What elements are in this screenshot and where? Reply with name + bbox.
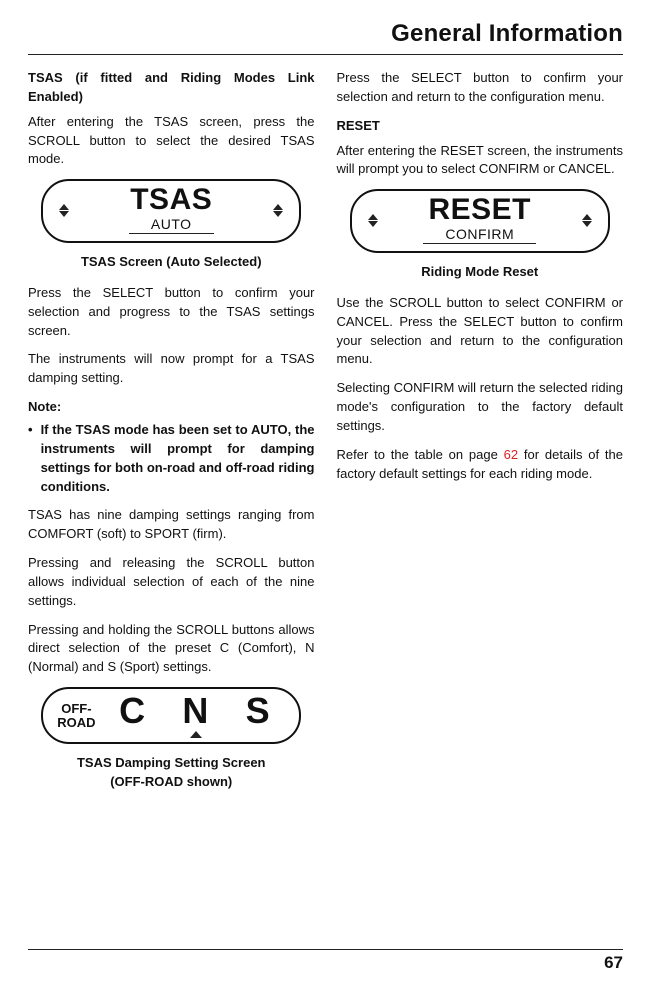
body-text: TSAS has nine damping settings ranging f…	[28, 506, 315, 544]
panel-side-line1: OFF-	[57, 702, 95, 716]
page-number: 67	[28, 949, 623, 973]
lcd-panel-reset: RESET CONFIRM	[350, 189, 610, 253]
body-text: Press the SELECT button to confirm your …	[28, 284, 315, 341]
scroll-arrows-icon	[59, 204, 69, 217]
scroll-arrows-icon	[582, 214, 592, 227]
preset-s: S	[246, 693, 272, 738]
panel-big-label: TSAS	[77, 185, 265, 215]
panel-sub-label: AUTO	[129, 217, 214, 234]
top-rule	[28, 54, 623, 55]
body-text: The instruments will now prompt for a TS…	[28, 350, 315, 388]
columns: TSAS (if fitted and Riding Modes Link En…	[28, 69, 623, 804]
body-text: Press the SELECT button to confirm your …	[337, 69, 624, 107]
caption-line-1: TSAS Damping Setting Screen	[77, 755, 266, 770]
body-text: Pressing and holding the SCROLL buttons …	[28, 621, 315, 678]
figure-caption: TSAS Damping Setting Screen (OFF-ROAD sh…	[28, 754, 315, 792]
page-title: General Information	[28, 20, 623, 48]
lcd-panel-cns: OFF- ROAD C N S	[41, 687, 301, 744]
panel-side-line2: ROAD	[57, 716, 95, 730]
panel-big-label: RESET	[386, 195, 574, 225]
lcd-panel-tsas: TSAS AUTO	[41, 179, 301, 243]
right-column: Press the SELECT button to confirm your …	[337, 69, 624, 804]
left-column: TSAS (if fitted and Riding Modes Link En…	[28, 69, 315, 804]
panel-sub-label: CONFIRM	[423, 227, 536, 244]
section-heading-tsas: TSAS (if fitted and Riding Modes Link En…	[28, 69, 315, 107]
body-text: After entering the RESET screen, the ins…	[337, 142, 624, 180]
body-text: Use the SCROLL button to select CONFIRM …	[337, 294, 624, 369]
note-bullet-text: If the TSAS mode has been set to AUTO, t…	[41, 421, 315, 496]
bullet-icon: •	[28, 421, 33, 496]
page-reference-link[interactable]: 62	[504, 447, 518, 462]
caption-line-2: (OFF-ROAD shown)	[110, 774, 232, 789]
figure-caption: TSAS Screen (Auto Selected)	[28, 253, 315, 272]
figure-caption: Riding Mode Reset	[337, 263, 624, 282]
panel-center: TSAS AUTO	[77, 185, 265, 235]
preset-n-selected: N	[182, 693, 210, 738]
note-bullet: • If the TSAS mode has been set to AUTO,…	[28, 421, 315, 496]
selector-arrow-icon	[190, 731, 202, 738]
preset-c: C	[119, 693, 147, 738]
section-heading-reset: RESET	[337, 117, 624, 136]
body-text: Pressing and releasing the SCROLL button…	[28, 554, 315, 611]
page: General Information TSAS (if fitted and …	[0, 0, 651, 1001]
scroll-arrows-icon	[368, 214, 378, 227]
preset-n: N	[182, 690, 210, 731]
body-text-part: Refer to the table on page	[337, 447, 504, 462]
body-text: Refer to the table on page 62 for detail…	[337, 446, 624, 484]
panel-center: RESET CONFIRM	[386, 195, 574, 245]
body-text: After entering the TSAS screen, press th…	[28, 113, 315, 170]
note-label: Note:	[28, 398, 315, 417]
panel-side-label: OFF- ROAD	[57, 702, 95, 729]
scroll-arrows-icon	[273, 204, 283, 217]
cns-letters: C N S	[102, 693, 290, 738]
body-text: Selecting CONFIRM will return the select…	[337, 379, 624, 436]
